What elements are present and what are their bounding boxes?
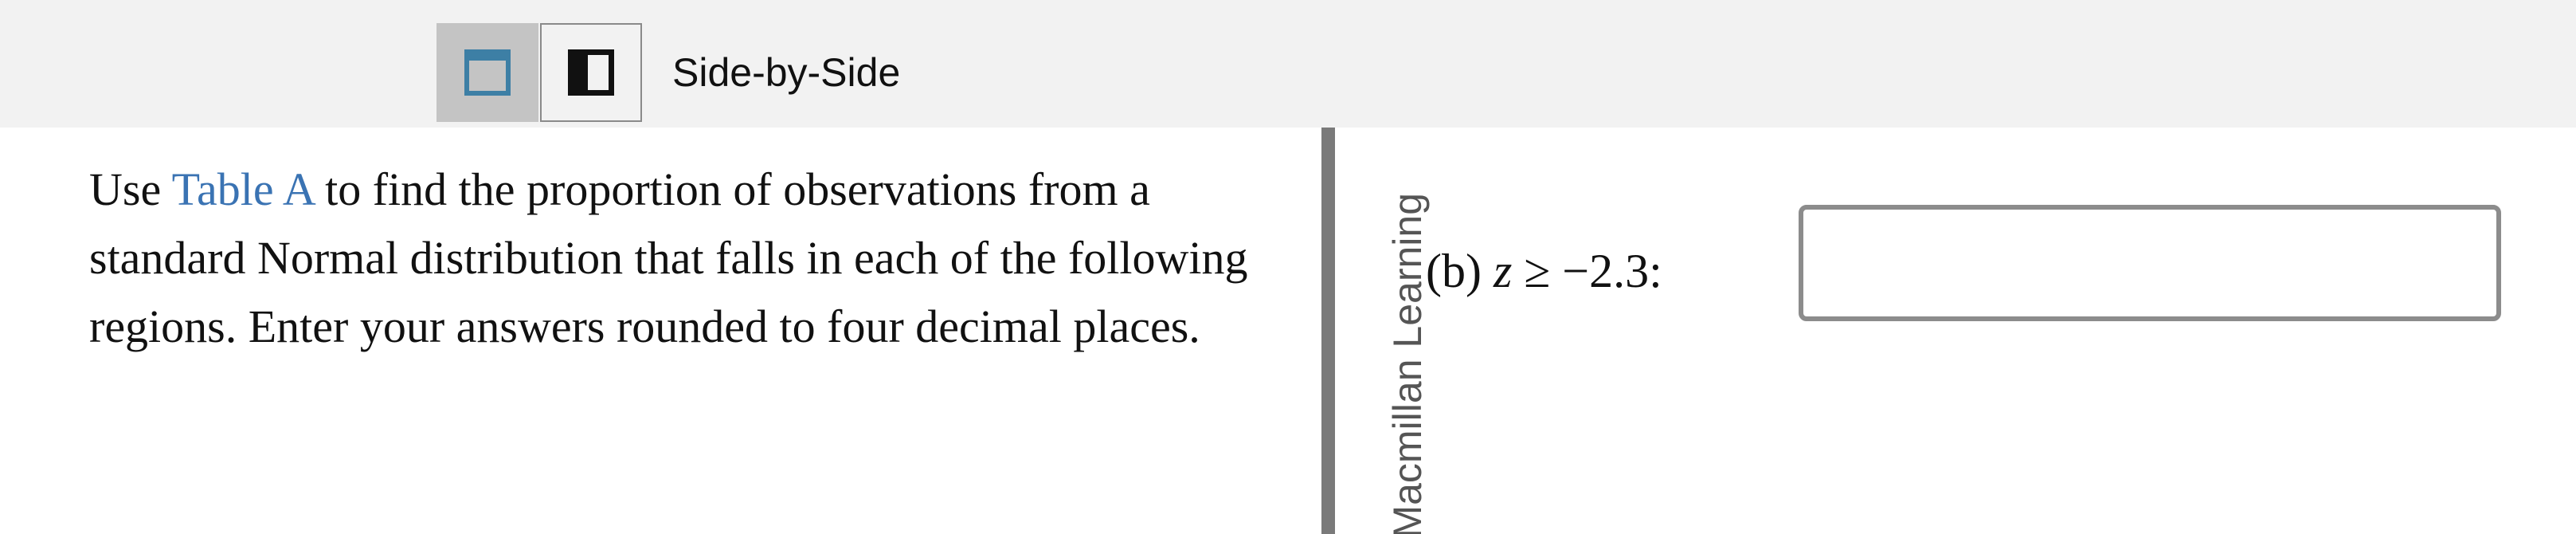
- question-condition: ≥ −2.3:: [1524, 245, 1662, 297]
- side-by-side-view-button[interactable]: [540, 23, 642, 122]
- macmillan-learning-label-container: Macmillan Learning: [1364, 128, 1451, 534]
- macmillan-learning-label: Macmillan Learning: [1385, 193, 1430, 534]
- problem-pane: Use Table A to find the proportion of ob…: [0, 128, 1322, 534]
- problem-instructions: Use Table A to find the proportion of ob…: [89, 155, 1300, 361]
- single-pane-view-button[interactable]: [437, 23, 538, 122]
- view-mode-label: Side-by-Side: [672, 50, 901, 95]
- question-variable: z: [1493, 245, 1513, 297]
- answer-pane: Macmillan Learning (b) z ≥ −2.3:: [1335, 128, 2576, 534]
- side-by-side-layout-icon: [568, 49, 614, 96]
- answer-input-part-b[interactable]: [1799, 205, 2501, 321]
- question-part-b: (b) z ≥ −2.3:: [1426, 239, 1662, 303]
- table-a-link[interactable]: Table A: [172, 163, 314, 215]
- question-part-label: (b): [1426, 245, 1482, 297]
- prompt-text-before-link: Use: [89, 163, 172, 215]
- layout-toolbar: Side-by-Side: [0, 0, 2576, 128]
- single-pane-layout-icon: [464, 49, 511, 96]
- pane-divider[interactable]: [1321, 128, 1335, 534]
